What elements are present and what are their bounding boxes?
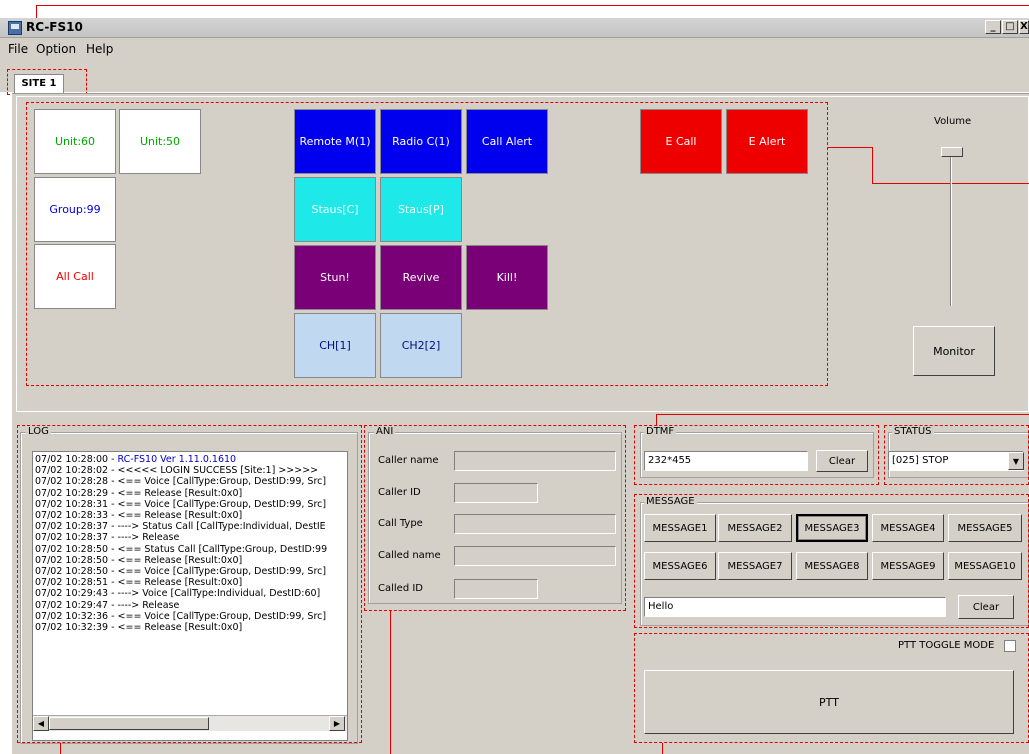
menu-help[interactable]: Help: [86, 42, 113, 56]
minimize-button[interactable]: _: [985, 20, 1001, 34]
tab-strip: [0, 60, 1029, 92]
volume-label: Volume: [934, 116, 972, 127]
callout-box: [634, 494, 1029, 628]
callout-box: [364, 425, 626, 611]
callout-box: [17, 425, 362, 743]
callout-line: [390, 611, 391, 754]
menu-option[interactable]: Option: [36, 42, 76, 56]
title-bar: [0, 18, 1029, 38]
callout-line: [36, 5, 1029, 6]
monitor-button[interactable]: Monitor: [913, 326, 995, 376]
volume-slider-thumb[interactable]: [941, 147, 963, 157]
callout-box: [884, 425, 1029, 485]
callout-line: [662, 743, 663, 754]
callout-line: [872, 147, 873, 183]
volume-slider-track: [950, 156, 952, 306]
callout-box: [7, 69, 87, 95]
window-title: RC-FS10: [26, 20, 83, 34]
callout-line: [828, 147, 872, 148]
callout-box: [634, 425, 879, 485]
callout-line: [60, 743, 61, 754]
callout-line: [656, 414, 1029, 415]
app-icon: [8, 21, 22, 35]
menu-file[interactable]: File: [8, 42, 28, 56]
callout-box: [634, 633, 1029, 743]
callout-box: [26, 102, 828, 386]
maximize-button[interactable]: □: [1002, 20, 1018, 34]
close-button[interactable]: X: [1019, 20, 1029, 34]
callout-line: [656, 414, 657, 425]
menu-bar: [0, 38, 1029, 60]
